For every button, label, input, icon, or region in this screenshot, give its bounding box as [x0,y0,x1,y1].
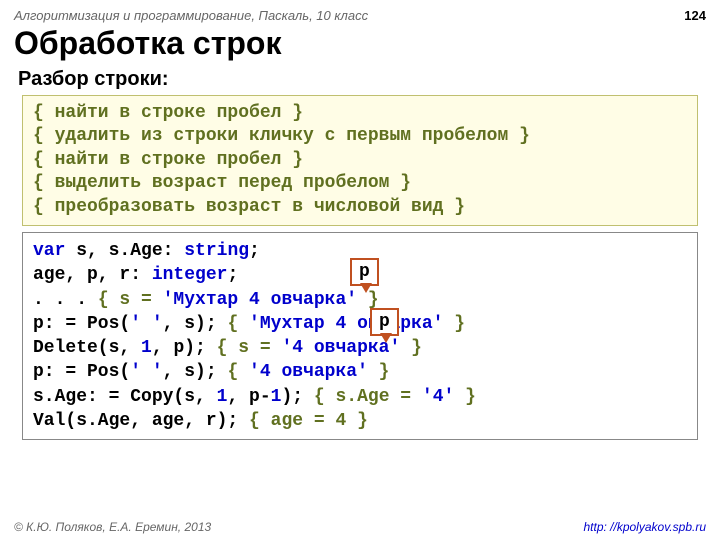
comment-line: { выделить возраст перед пробелом } [33,172,687,195]
page-number: 124 [684,8,706,23]
arrow-icon [360,283,372,293]
arrow-icon [380,333,392,343]
comment-line: { удалить из строки кличку с первым проб… [33,125,687,148]
code-line: p: = Pos(' ', s); { '4 овчарка' } [33,360,687,384]
footer: © К.Ю. Поляков, Е.А. Еремин, 2013 http: … [0,520,720,534]
code-line: p: = Pos(' ', s); { 'Мухтар 4 овчарка' } [33,312,687,336]
comment-line: { найти в строке пробел } [33,102,687,125]
footer-link[interactable]: http: //kpolyakov.spb.ru [583,520,706,534]
code-line: Val(s.Age, age, r); { age = 4 } [33,409,687,433]
copyright-text: © К.Ю. Поляков, Е.А. Еремин, 2013 [14,520,211,534]
comment-line: { найти в строке пробел } [33,149,687,172]
page-title: Обработка строк [0,25,720,66]
code-line: s.Age: = Copy(s, 1, p-1); { s.Age = '4' … [33,385,687,409]
code-box: var s, s.Age: string; age, p, r: integer… [22,232,698,440]
pseudocode-box: { найти в строке пробел } { удалить из с… [22,95,698,226]
comment-line: { преобразовать возраст в числовой вид } [33,196,687,219]
header: Алгоритмизация и программирование, Паска… [0,0,720,25]
subtitle: Разбор строки: [0,66,720,93]
course-text: Алгоритмизация и программирование, Паска… [14,8,368,23]
code-line: Delete(s, 1, p); { s = '4 овчарка' } [33,336,687,360]
